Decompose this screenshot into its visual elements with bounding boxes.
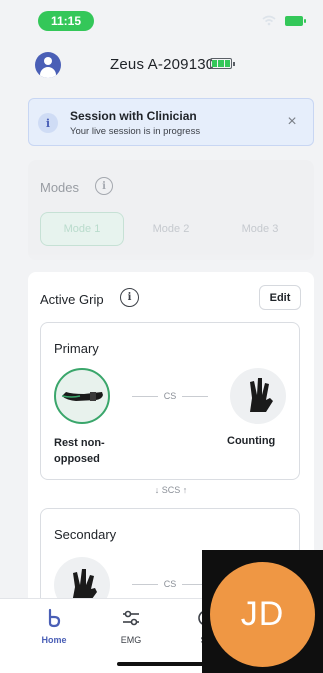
rest-non-opposed-label: Rest non-opposed bbox=[54, 437, 105, 465]
edit-button[interactable]: Edit bbox=[259, 285, 301, 310]
close-icon[interactable]: × bbox=[282, 112, 302, 132]
secondary-cs-label: CS bbox=[163, 579, 177, 589]
active-grip-title: Active Grip bbox=[40, 292, 104, 307]
device-name: Zeus A-209130 bbox=[110, 56, 215, 73]
down-arrow-icon: ↓ bbox=[154, 485, 162, 495]
counting-label: Counting bbox=[227, 435, 276, 447]
nav-home[interactable]: Home bbox=[24, 607, 84, 645]
home-indicator bbox=[117, 662, 207, 666]
primary-grip-box[interactable]: Primary CS Rest non-opposed Counting bbox=[40, 322, 300, 480]
secondary-cs-connector: CS bbox=[132, 577, 209, 591]
nav-home-label: Home bbox=[41, 635, 67, 645]
up-arrow-icon: ↑ bbox=[180, 485, 188, 495]
nav-emg[interactable]: EMG bbox=[101, 607, 161, 645]
session-title: Session with Clinician bbox=[70, 109, 197, 123]
video-call-tile[interactable]: JD bbox=[202, 550, 323, 673]
participant-avatar: JD bbox=[210, 562, 315, 667]
info-icon: i bbox=[38, 113, 58, 133]
modes-info-icon[interactable]: i bbox=[95, 177, 113, 195]
cs-label: CS bbox=[163, 391, 177, 401]
session-subtitle: Your live session is in progress bbox=[70, 126, 201, 137]
rest-non-opposed-hand-icon[interactable] bbox=[54, 368, 110, 424]
primary-title: Primary bbox=[54, 341, 99, 356]
scs-connector: ↓ SCS ↑ bbox=[28, 485, 314, 495]
wifi-icon bbox=[262, 15, 276, 26]
user-avatar-icon[interactable] bbox=[35, 52, 61, 78]
home-icon bbox=[48, 608, 61, 628]
scs-label: SCS bbox=[161, 485, 181, 495]
tab-mode-2[interactable]: Mode 2 bbox=[129, 212, 213, 246]
status-bar: 11:15 bbox=[0, 0, 323, 34]
mode-tabs: Mode 1 Mode 2 Mode 3 bbox=[40, 212, 302, 246]
device-battery-icon bbox=[210, 58, 235, 69]
counting-hand-icon[interactable] bbox=[230, 368, 286, 424]
tab-mode-3[interactable]: Mode 3 bbox=[218, 212, 302, 246]
battery-icon bbox=[285, 16, 306, 26]
header: Zeus A-209130 bbox=[0, 44, 323, 84]
nav-emg-label: EMG bbox=[120, 635, 142, 645]
cs-connector: CS bbox=[132, 389, 209, 403]
secondary-title: Secondary bbox=[54, 527, 117, 542]
modes-card: Modes i Mode 1 Mode 2 Mode 3 bbox=[28, 160, 314, 260]
modes-label: Modes bbox=[40, 180, 80, 195]
active-grip-info-icon[interactable]: i bbox=[120, 288, 139, 307]
status-time: 11:15 bbox=[38, 11, 94, 31]
emg-sliders-icon bbox=[123, 610, 139, 626]
session-banner: i Session with Clinician Your live sessi… bbox=[28, 98, 314, 146]
tab-mode-1[interactable]: Mode 1 bbox=[40, 212, 124, 246]
